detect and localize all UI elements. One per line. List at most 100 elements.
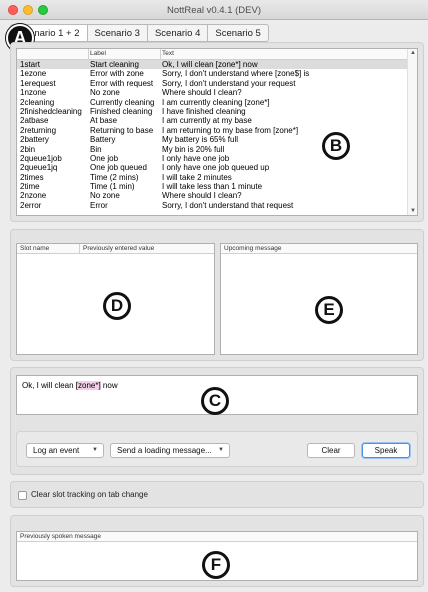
clear-slot-tracking-checkbox[interactable]: [18, 491, 27, 500]
row-text: I will take 2 minutes: [162, 172, 232, 182]
tab-scenario-5[interactable]: Scenario 5: [208, 24, 269, 42]
log-event-dropdown[interactable]: Log an event ▼: [26, 443, 104, 458]
row-id: 2bin: [20, 144, 36, 154]
controls-bar: Log an event ▼ Send a loading message...…: [16, 431, 418, 467]
row-id: 2time: [20, 182, 40, 192]
marker-b: B: [322, 132, 350, 160]
column-header-text[interactable]: Text: [162, 50, 402, 57]
row-label: One job queued: [90, 163, 147, 173]
row-text: I have finished cleaning: [162, 106, 246, 116]
row-text: I only have one job queued up: [162, 163, 270, 173]
row-label: Error with request: [90, 78, 154, 88]
row-text: Sorry, I don't understand your request: [162, 78, 296, 88]
row-label: Error: [90, 200, 108, 210]
row-label: One job: [90, 153, 119, 163]
window-title: NottReal v0.4.1 (DEV): [167, 5, 261, 16]
chevron-down-icon: ▼: [218, 447, 224, 453]
row-text: I am currently at my base: [162, 116, 252, 126]
scenario-tabs: Scenario 1 + 2 Scenario 3 Scenario 4 Sce…: [10, 24, 269, 42]
row-id: 2battery: [20, 135, 49, 145]
row-label: Start cleaning: [90, 60, 139, 69]
table-row[interactable]: 1erequest Error with request Sorry, I don'…: [17, 79, 407, 88]
title-bar: NottReal v0.4.1 (DEV): [0, 0, 428, 20]
row-id: 2cleaning: [20, 97, 55, 107]
row-label: Error with zone: [90, 69, 144, 79]
message-slot-zone[interactable]: [zone*]: [75, 381, 101, 390]
table-row[interactable]: 1nzone No zone Where should I clean?: [17, 88, 407, 97]
row-text: Where should I clean?: [162, 191, 242, 201]
row-text: My bin is 20% full: [162, 144, 225, 154]
clear-button[interactable]: Clear: [307, 443, 355, 458]
row-label: At base: [90, 116, 118, 126]
marker-c: C: [201, 387, 229, 415]
previous-message-header: Previously spoken message: [17, 532, 417, 542]
column-header-label[interactable]: Label: [90, 50, 162, 57]
row-label: No zone: [90, 191, 120, 201]
message-text-before: Ok, I will clean: [22, 381, 76, 390]
table-row[interactable]: 2queue1job One job I only have one job: [17, 154, 407, 163]
marker-f: F: [202, 551, 230, 579]
chevron-down-icon: ▼: [92, 447, 98, 453]
column-header-previous-value[interactable]: Previously entered value: [83, 244, 154, 254]
row-text: I will take less than 1 minute: [162, 182, 263, 192]
table-row[interactable]: 2error Error Sorry, I don't understand tha…: [17, 201, 407, 210]
messages-table: Label Text 1start Start cleaning Ok, I wil…: [16, 48, 418, 216]
row-label: Bin: [90, 144, 102, 154]
slot-table: Slot name Previously entered value D: [16, 243, 215, 355]
row-text: I am currently cleaning [zone*]: [162, 97, 270, 107]
log-event-label: Log an event: [33, 446, 80, 455]
row-text: Sorry, I don't understand where [zone$] …: [162, 69, 310, 79]
row-label: Finished cleaning: [90, 106, 153, 116]
row-label: No zone: [90, 88, 120, 98]
speak-button[interactable]: Speak: [362, 443, 410, 458]
row-id: 2atbase: [20, 116, 49, 126]
row-id: 1start: [20, 60, 41, 69]
table-row[interactable]: 1ezone Error with zone Sorry, I don't unde…: [17, 69, 407, 78]
row-id: 1ezone: [20, 69, 47, 79]
row-id: 1nzone: [20, 88, 47, 98]
row-id: 2nzone: [20, 191, 47, 201]
table-row[interactable]: 2cleaning Currently cleaning I am currentl…: [17, 98, 407, 107]
upcoming-message-box: Upcoming message E: [220, 243, 418, 355]
row-id: 2queue1jq: [20, 163, 58, 173]
row-id: 2queue1job: [20, 153, 62, 163]
messages-scrollbar[interactable]: ▲ ▼: [407, 49, 417, 215]
table-row[interactable]: 2times Time (2 mins) I will take 2 minutes: [17, 173, 407, 182]
row-text: Sorry, I don't understand that request: [162, 200, 294, 210]
scroll-down-arrow-icon[interactable]: ▼: [410, 208, 416, 214]
slot-table-header: Slot name Previously entered value: [17, 244, 214, 254]
row-label: Time (2 mins): [90, 172, 139, 182]
row-id: 2finishedcleaning: [20, 106, 82, 116]
column-header-slot-name[interactable]: Slot name: [20, 245, 49, 252]
row-label: Returning to base: [90, 125, 154, 135]
tab-scenario-4[interactable]: Scenario 4: [147, 24, 209, 42]
row-id: 1erequest: [20, 78, 56, 88]
loading-message-dropdown[interactable]: Send a loading message... ▼: [110, 443, 230, 458]
row-id: 2error: [20, 200, 42, 210]
row-text: My battery is 65% full: [162, 135, 239, 145]
loading-message-label: Send a loading message...: [117, 446, 212, 455]
table-row[interactable]: 2finishedcleaning Finished cleaning I have…: [17, 107, 407, 116]
row-label: Time (1 min): [90, 182, 135, 192]
row-label: Currently cleaning: [90, 97, 155, 107]
messages-table-body: 1start Start cleaning Ok, I will clean [zo…: [17, 60, 407, 210]
clear-slot-tracking-label[interactable]: Clear slot tracking on tab change: [31, 490, 148, 499]
table-row[interactable]: 2atbase At base I am currently at my base: [17, 116, 407, 125]
message-text-after: now: [100, 381, 118, 390]
row-text: Where should I clean?: [162, 88, 242, 98]
scroll-up-arrow-icon[interactable]: ▲: [410, 50, 416, 56]
row-id: 2returning: [20, 125, 57, 135]
table-row[interactable]: 2time Time (1 min) I will take less than 1…: [17, 182, 407, 191]
table-row[interactable]: 1start Start cleaning Ok, I will clean [zo…: [17, 60, 407, 70]
row-text: I only have one job: [162, 153, 230, 163]
marker-d: D: [103, 292, 131, 320]
marker-e: E: [315, 296, 343, 324]
table-row[interactable]: 2returning Returning to base I am returnin…: [17, 126, 407, 135]
row-text: I am returning to my base from [zone*]: [162, 125, 299, 135]
row-id: 2times: [20, 172, 44, 182]
messages-table-header: Label Text: [17, 49, 407, 60]
row-label: Battery: [90, 135, 116, 145]
tab-scenario-3[interactable]: Scenario 3: [87, 24, 148, 42]
table-row[interactable]: 2nzone No zone Where should I clean?: [17, 191, 407, 200]
table-row[interactable]: 2queue1jq One job queued I only have one j…: [17, 163, 407, 172]
